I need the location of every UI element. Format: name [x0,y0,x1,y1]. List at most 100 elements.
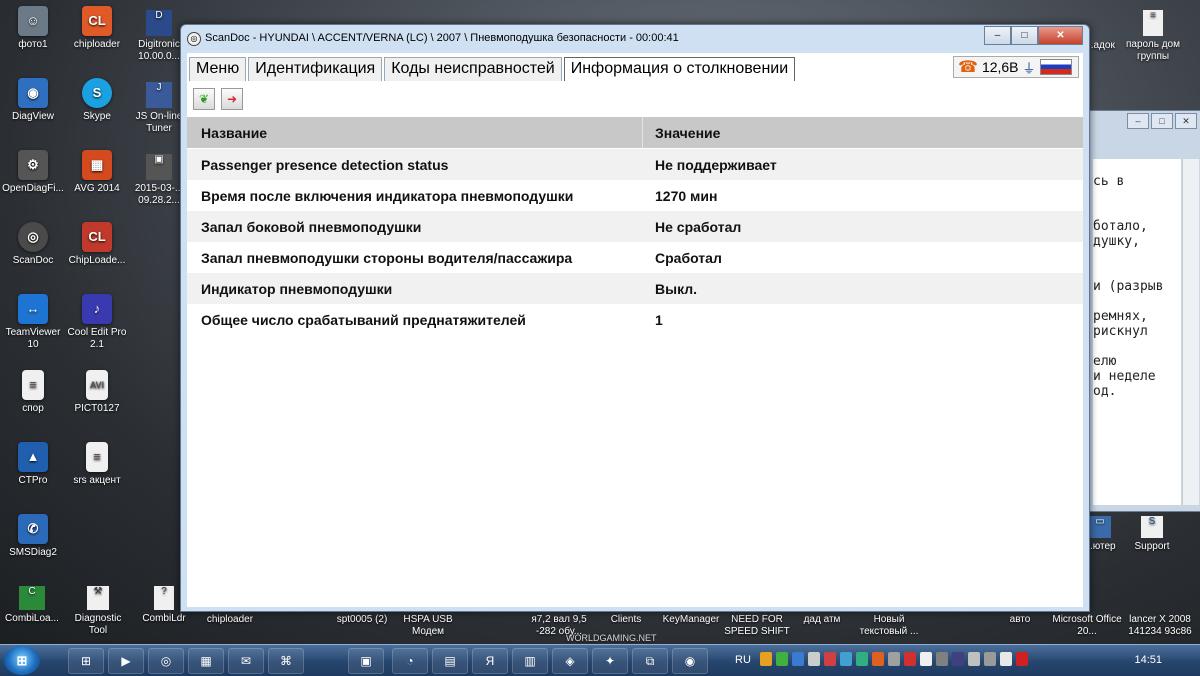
desktop-icon-2015-photo[interactable]: ▣ 2015-03-... 09.28.2... [134,154,184,207]
taskbar-item[interactable]: ✉ [228,648,264,674]
desktop-icon-digitronic[interactable]: D Digitronic 10.00.0... [134,10,184,63]
refresh-button[interactable]: ❦ [193,88,215,110]
taskbar-item[interactable]: ◉ [672,648,708,674]
maximize-button[interactable]: □ [1011,26,1038,45]
tray-icon[interactable] [936,652,948,666]
window-titlebar[interactable]: ◎ ScanDoc - HYUNDAI \ ACCENT/VERNA (LC) … [181,25,1089,51]
tray-icon[interactable] [872,652,884,666]
table-row[interactable]: Время после включения индикатора пневмоп… [187,180,1083,211]
tray-icon[interactable] [792,652,804,666]
desktop-icon-skype[interactable]: S Skype [64,78,130,123]
desktop-icon-chiploader2[interactable]: CL ChipLoade... [64,222,130,267]
desktop-icon-chiploader[interactable]: CL chiploader [64,6,130,51]
background-scrollbar[interactable] [1182,159,1199,505]
phone-icon: ☎ [958,59,978,76]
desktop-icon-spor[interactable]: ≡ спор [0,370,66,415]
taskbar-item[interactable]: ⌘ [268,648,304,674]
desktop-label-clients[interactable]: Clients [594,614,658,626]
taskbar-item[interactable]: ◔ [392,648,428,674]
taskbar-item[interactable]: ▦ [188,648,224,674]
tab-fault-codes[interactable]: Коды неисправностей [384,57,562,81]
start-button[interactable]: ⊞ [4,646,40,675]
close-button[interactable]: ✕ [1038,26,1083,45]
tray-icon[interactable] [760,652,772,666]
desktop-label-nfs-shift[interactable]: NEED FOR SPEED SHIFT [724,614,790,638]
desktop-label-hspa-modem[interactable]: HSPA USB Модем [396,614,460,638]
minimize-button[interactable]: – [984,26,1011,45]
tray-icon[interactable] [808,652,820,666]
exit-button[interactable]: ➜ [221,88,243,110]
desktop-icon-diagnostic-tool[interactable]: ⚒ Diagnostic Tool [66,586,130,637]
desktop-icon-opendiag[interactable]: ⚙ OpenDiagFi... [0,150,66,195]
table-row[interactable]: Запал пневмоподушки стороны водителя/пас… [187,242,1083,273]
tray-icon[interactable] [968,652,980,666]
desktop-icon-ctpro[interactable]: ▲ CTPro [0,442,66,487]
desktop-icon-js-tuner[interactable]: J JS On-line Tuner [134,82,184,135]
taskbar-item[interactable]: ⧉ [632,648,668,674]
taskbar-item[interactable]: ◈ [552,648,588,674]
taskbar-item[interactable]: ▶ [108,648,144,674]
taskbar-item[interactable]: Я [472,648,508,674]
table-row[interactable]: Индикатор пневмоподушки Выкл. [187,273,1083,304]
tray-icon[interactable] [824,652,836,666]
teamviewer-icon: ↔ [18,294,48,324]
tray-icon[interactable] [920,652,932,666]
desktop-icon-scandoc[interactable]: ◎ ScanDoc [0,222,66,267]
desktop-icon-srs-accent[interactable]: ≡ srs акцент [64,442,130,487]
column-header-value[interactable]: Значение [643,117,1083,148]
desktop-icon-diagview[interactable]: ◉ DiagView [0,78,66,123]
taskbar-item[interactable]: ▤ [432,648,468,674]
tray-icon[interactable] [888,652,900,666]
table-row[interactable]: Запал боковой пневмоподушки Не сработал [187,211,1083,242]
minimize-icon[interactable]: – [1127,113,1149,129]
desktop-label-dad-atm[interactable]: дад атм [790,614,854,626]
desktop-icon-smsdiag2[interactable]: ✆ SMSDiag2 [0,514,66,559]
desktop-label-avto[interactable]: авто [990,614,1050,626]
table-row[interactable]: Общее число срабатываний преднатяжителей… [187,304,1083,335]
taskbar-item[interactable]: ✦ [592,648,628,674]
tab-menu[interactable]: Меню [189,57,247,81]
desktop-icon-cooledit[interactable]: ♪ Cool Edit Pro 2.1 [64,294,130,351]
taskbar-item[interactable]: ⊞ [68,648,104,674]
desktop-icon-foto1[interactable]: ☺ фото1 [0,6,66,51]
background-text-content[interactable]: сь в ботало, душку, и (разрыв ремнях, ри… [1093,159,1181,505]
desktop-label-new-text[interactable]: Новый текстовый ... [854,614,924,638]
tray-icon[interactable] [776,652,788,666]
tab-identification[interactable]: Идентификация [248,57,383,81]
desktop-icon-teamviewer[interactable]: ↔ TeamViewer 10 [0,294,66,351]
tray-icon[interactable] [984,652,996,666]
tray-icon[interactable] [952,652,964,666]
scandoc-window[interactable]: ◎ ScanDoc - HYUNDAI \ ACCENT/VERNA (LC) … [180,24,1090,612]
taskbar-item[interactable]: ▥ [512,648,548,674]
desktop-label-keymanager[interactable]: KeyManager [658,614,724,626]
desktop-icon-pict0127[interactable]: AVI PICT0127 [64,370,130,415]
window-title: ScanDoc - HYUNDAI \ ACCENT/VERNA (LC) \ … [205,32,679,44]
desktop-icon-combiloader[interactable]: C CombiLoa... [0,586,64,625]
tray-icon[interactable] [1000,652,1012,666]
maximize-icon[interactable]: □ [1151,113,1173,129]
desktop-icon-parol[interactable]: ≡ пароль дом группы [1118,10,1188,63]
desktop-icon-label: TeamViewer 10 [5,327,61,350]
desktop-label-ms-office[interactable]: Microsoft Office 20... [1052,614,1122,638]
tray-icon[interactable] [904,652,916,666]
column-header-name[interactable]: Название [187,117,643,148]
chiploader-icon: CL [82,6,112,36]
tab-crash-info[interactable]: Информация о столкновении [563,57,796,81]
tray-icon[interactable] [856,652,868,666]
desktop-label-spt0005[interactable]: spt0005 (2) [330,614,394,626]
taskbar-item[interactable]: ◎ [148,648,184,674]
clock[interactable]: 14:51 [1134,654,1162,666]
language-indicator[interactable]: RU [735,654,751,666]
close-icon[interactable]: ✕ [1175,113,1197,129]
crash-info-table: Название Значение Passenger presence det… [187,117,1083,335]
desktop-icon-avg[interactable]: ▦ AVG 2014 [64,150,130,195]
tray-icon[interactable] [840,652,852,666]
table-row[interactable]: Passenger presence detection status Не п… [187,149,1083,180]
tray-icon[interactable] [1016,652,1028,666]
background-text-window[interactable]: – □ ✕ сь в ботало, душку, и (разрыв ремн… [1086,110,1200,512]
russian-flag-icon[interactable] [1039,59,1072,75]
desktop-label-chiploader[interactable]: chiploader [198,614,262,626]
desktop-label-lancer[interactable]: lancer X 2008 141234 93c86 [1120,614,1200,638]
desktop-icon-support[interactable]: S Support [1124,516,1180,553]
taskbar-item[interactable]: ▣ [348,648,384,674]
